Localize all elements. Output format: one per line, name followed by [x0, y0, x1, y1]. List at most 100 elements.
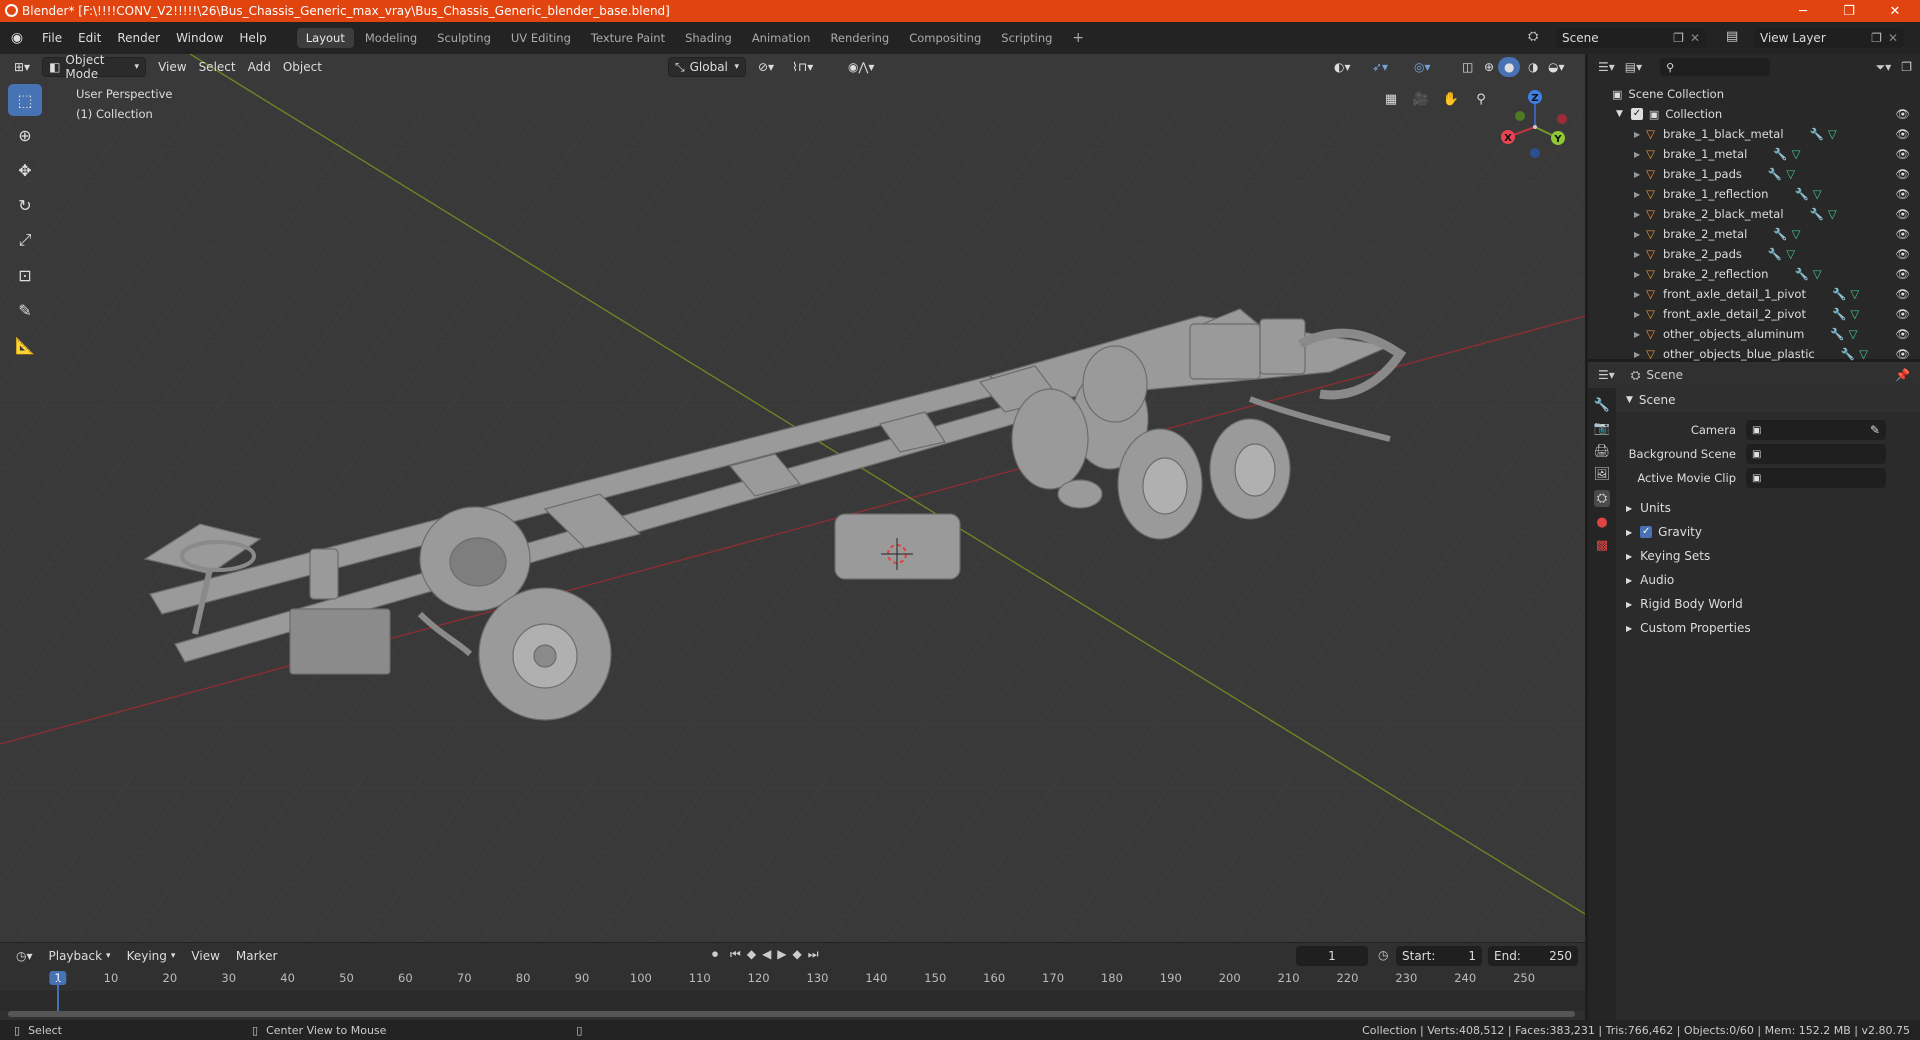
tab-sculpting[interactable]: Sculpting: [428, 28, 500, 48]
tab-layout[interactable]: Layout: [296, 28, 354, 48]
menu-help[interactable]: Help: [231, 31, 274, 45]
rendered-shading-icon[interactable]: ◒▾: [1542, 57, 1571, 77]
eye-icon[interactable]: 👁: [1895, 247, 1910, 261]
outliner-item[interactable]: ▶ ▽ brake_1_metal 🔧 ▽ 👁: [1588, 144, 1920, 164]
eye-icon[interactable]: 👁: [1895, 347, 1910, 361]
3d-viewport[interactable]: ⊞▾ ◧ Object Mode ▾ View Select Add Objec…: [0, 54, 1585, 942]
gizmo-toggle-icon[interactable]: ➶▾: [1366, 57, 1394, 77]
prev-keyframe-icon[interactable]: ◆: [747, 947, 756, 962]
modifier-wrench-icon[interactable]: 🔧: [1832, 287, 1846, 301]
mesh-data-icon[interactable]: ▽: [1850, 287, 1859, 301]
overlay-toggle-icon[interactable]: ◎▾: [1408, 57, 1437, 77]
menu-keying[interactable]: Keying ▾: [121, 946, 182, 966]
outliner-item[interactable]: ▶ ▽ brake_1_pads 🔧 ▽ 👁: [1588, 164, 1920, 184]
end-frame-field[interactable]: End: 250: [1488, 946, 1578, 966]
object-mode-dropdown[interactable]: ◧ Object Mode ▾: [42, 54, 147, 81]
tab-rendering[interactable]: Rendering: [821, 28, 898, 48]
subpanel-header[interactable]: ▶ Custom Properties: [1616, 616, 1920, 640]
outliner-search-input[interactable]: ⚲: [1660, 58, 1771, 76]
close-button[interactable]: ✕: [1872, 0, 1918, 22]
property-value-field[interactable]: ▣ ✎: [1746, 420, 1886, 440]
tab-modeling[interactable]: Modeling: [356, 28, 426, 48]
collapse-chevron-icon[interactable]: ▼: [1616, 109, 1623, 119]
outliner-item[interactable]: ▶ ▽ brake_2_black_metal 🔧 ▽ 👁: [1588, 204, 1920, 224]
outliner-editor-type-icon[interactable]: ☰▾: [1598, 60, 1615, 74]
timeline-scrollbar[interactable]: [8, 1011, 1575, 1017]
menu-render[interactable]: Render: [109, 31, 168, 45]
scene-selector-icon[interactable]: ⛭: [1528, 29, 1538, 44]
tab-texture-paint[interactable]: Texture Paint: [582, 28, 674, 48]
mesh-data-icon[interactable]: ▽: [1813, 187, 1822, 201]
pan-view-icon[interactable]: ✋: [1438, 86, 1464, 112]
clock-icon[interactable]: ◷: [1378, 948, 1388, 962]
mesh-data-icon[interactable]: ▽: [1786, 247, 1795, 261]
play-reverse-icon[interactable]: ◀: [762, 947, 771, 962]
modifier-wrench-icon[interactable]: 🔧: [1794, 267, 1808, 281]
cursor-tool-icon[interactable]: ⊕: [8, 119, 42, 151]
mesh-data-icon[interactable]: ▽: [1849, 327, 1858, 341]
modifier-wrench-icon[interactable]: 🔧: [1830, 327, 1844, 341]
mesh-data-icon[interactable]: ▽: [1828, 127, 1837, 141]
outliner-item[interactable]: ▶ ▽ brake_2_pads 🔧 ▽ 👁: [1588, 244, 1920, 264]
expand-chevron-icon[interactable]: ▶: [1634, 150, 1640, 159]
property-value-field[interactable]: ▣: [1746, 468, 1886, 488]
eye-icon[interactable]: 👁: [1895, 107, 1910, 121]
subpanel-header[interactable]: ▶ Keying Sets: [1616, 544, 1920, 568]
move-tool-icon[interactable]: ✥: [8, 154, 42, 186]
snap-icon[interactable]: ⌇⊓▾: [786, 57, 819, 77]
outliner-item[interactable]: ▶ ▽ front_axle_detail_2_pivot 🔧 ▽ 👁: [1588, 304, 1920, 324]
tab-scripting[interactable]: Scripting: [992, 28, 1061, 48]
transform-tool-icon[interactable]: ⊡: [8, 259, 42, 291]
eye-icon[interactable]: 👁: [1895, 267, 1910, 281]
frame-ruler[interactable]: 1 10 20 30 40 50 60 70 80 90 100 110 120 130 140 150 160…: [0, 971, 1585, 991]
timeline-track-area[interactable]: [0, 991, 1585, 1011]
menu-edit[interactable]: Edit: [70, 31, 109, 45]
menu-view[interactable]: View: [152, 57, 192, 77]
modifier-wrench-icon[interactable]: 🔧: [1768, 247, 1782, 261]
proportional-edit-icon[interactable]: ◉⋀▾: [842, 57, 880, 77]
eye-icon[interactable]: 👁: [1895, 287, 1910, 301]
expand-chevron-icon[interactable]: ▶: [1634, 270, 1640, 279]
outliner-item[interactable]: ▶ ▽ brake_2_metal 🔧 ▽ 👁: [1588, 224, 1920, 244]
eyedropper-icon[interactable]: ✎: [1870, 423, 1880, 437]
viewport-scene[interactable]: [0, 54, 1585, 942]
output-tab-icon[interactable]: 🖨: [1594, 444, 1611, 459]
subpanel-header[interactable]: ▶ Units: [1616, 496, 1920, 520]
expand-chevron-icon[interactable]: ▶: [1634, 130, 1640, 139]
transform-orientation-dropdown[interactable]: ⤡ Global ▾: [668, 57, 746, 77]
camera-view-icon[interactable]: 🎥: [1408, 86, 1434, 112]
render-tab-icon[interactable]: 📷: [1594, 421, 1610, 436]
mesh-data-icon[interactable]: ▽: [1792, 227, 1801, 241]
mesh-data-icon[interactable]: ▽: [1828, 207, 1837, 221]
tab-animation[interactable]: Animation: [743, 28, 820, 48]
menu-marker[interactable]: Marker: [230, 946, 283, 966]
view-layer-tab-icon[interactable]: 🖼: [1594, 467, 1611, 482]
xray-toggle-icon[interactable]: ◫: [1456, 57, 1479, 77]
eye-icon[interactable]: 👁: [1895, 327, 1910, 341]
scene-field[interactable]: Scene ❐ ✕: [1556, 28, 1706, 48]
expand-chevron-icon[interactable]: ▶: [1634, 310, 1640, 319]
outliner-item[interactable]: ▶ ▽ brake_1_reflection 🔧 ▽ 👁: [1588, 184, 1920, 204]
measure-tool-icon[interactable]: 📐: [8, 329, 42, 361]
expand-chevron-icon[interactable]: ▶: [1634, 230, 1640, 239]
menu-playback[interactable]: Playback ▾: [43, 946, 117, 966]
properties-editor-type-icon[interactable]: ☰▾: [1598, 368, 1615, 382]
tool-tab-icon[interactable]: 🔧: [1594, 398, 1610, 413]
outliner-item[interactable]: ▶ ▽ brake_1_black_metal 🔧 ▽ 👁: [1588, 124, 1920, 144]
modifier-wrench-icon[interactable]: 🔧: [1773, 227, 1787, 241]
wireframe-shading-icon[interactable]: ⊕: [1478, 57, 1500, 77]
scene-panel-header[interactable]: ▼ Scene: [1616, 388, 1920, 412]
eye-icon[interactable]: 👁: [1895, 227, 1910, 241]
remove-view-layer-icon[interactable]: ✕: [1888, 31, 1898, 45]
rotate-tool-icon[interactable]: ↻: [8, 189, 42, 221]
add-workspace-button[interactable]: +: [1063, 27, 1093, 49]
mesh-data-icon[interactable]: ▽: [1792, 147, 1801, 161]
outliner-scene-collection[interactable]: ▣ Scene Collection: [1588, 84, 1920, 104]
eye-icon[interactable]: 👁: [1895, 147, 1910, 161]
new-scene-icon[interactable]: ❐: [1673, 31, 1684, 45]
current-frame-field[interactable]: 1: [1296, 946, 1368, 966]
expand-chevron-icon[interactable]: ▶: [1634, 210, 1640, 219]
perspective-toggle-icon[interactable]: ▦: [1378, 86, 1404, 112]
minimize-button[interactable]: ─: [1780, 0, 1826, 22]
eye-icon[interactable]: 👁: [1895, 167, 1910, 181]
